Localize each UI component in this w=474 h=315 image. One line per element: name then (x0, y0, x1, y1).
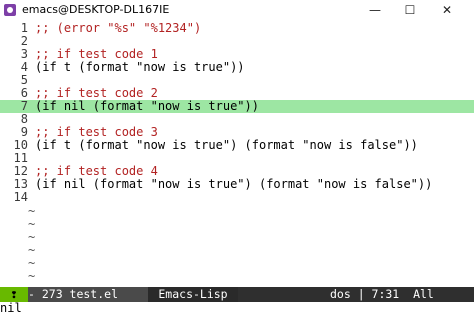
empty-line-marker: ~ (28, 230, 36, 244)
code-line[interactable]: 13 (if nil (format "now is true") (format… (0, 178, 474, 191)
code-line[interactable]: 4 (if t (format "now is true")) (0, 61, 474, 74)
close-button[interactable]: ✕ (432, 0, 462, 20)
code-line[interactable]: 10 (if t (format "now is true") (format "… (0, 139, 474, 152)
emacs-icon (4, 4, 16, 16)
editor[interactable]: 1;; (error "%s" "%1234") 2 3;; if test c… (0, 22, 474, 286)
empty-line-marker: ~ (28, 243, 36, 257)
code-line[interactable]: 1;; (error "%s" "%1234") (0, 22, 474, 35)
line-text: (if t (format "now is true") (format "no… (35, 138, 418, 152)
line-text: (if nil (format "now is true") (format "… (35, 177, 433, 191)
minimize-button[interactable]: — (360, 0, 390, 20)
line-text: ;; (error "%s" "%1234") (35, 21, 202, 35)
position-info: dos | 7:31 All (330, 287, 474, 302)
line-text: (if nil (format "now is true")) (35, 99, 259, 113)
empty-line-marker: ~ (28, 256, 36, 270)
window-title: emacs@DESKTOP-DL167IE (22, 3, 170, 16)
line-text: (if t (format "now is true")) (35, 60, 245, 74)
empty-line-marker: ~ (28, 204, 36, 218)
empty-line-marker: ~ (28, 269, 36, 283)
buffer-info: - 273 test.el (28, 287, 148, 302)
line-number: 14 (13, 190, 28, 204)
minibuffer[interactable]: nil (0, 302, 474, 315)
maximize-button[interactable]: ☐ (395, 0, 425, 20)
mode-line: ❢ - 273 test.el Emacs-Lisp dos | 7:31 Al… (0, 287, 474, 302)
current-line[interactable]: 7 (if nil (format "now is true")) (0, 100, 474, 113)
mode-indicator-icon: ❢ (0, 287, 28, 302)
code-line[interactable]: 14 (0, 191, 474, 204)
empty-line-marker: ~ (28, 217, 36, 231)
major-mode[interactable]: Emacs-Lisp (148, 287, 238, 302)
title-bar: emacs@DESKTOP-DL167IE — ☐ ✕ (0, 0, 474, 20)
